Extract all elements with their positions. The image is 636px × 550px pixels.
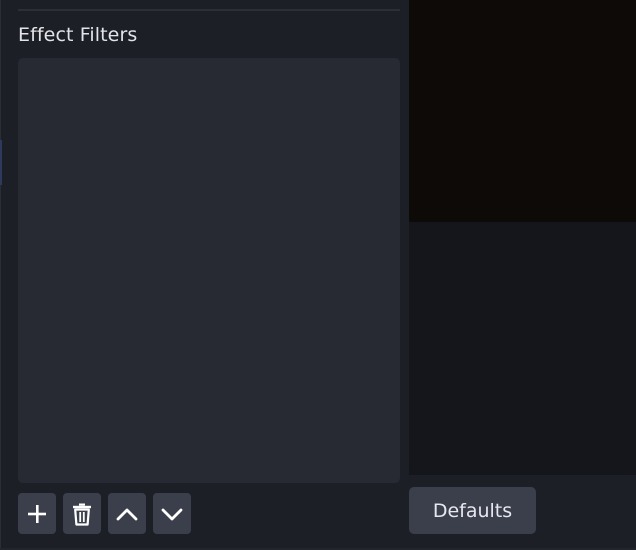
defaults-button[interactable]: Defaults xyxy=(409,487,536,534)
chevron-up-icon xyxy=(116,508,138,520)
move-filter-up-button[interactable] xyxy=(108,493,146,534)
trash-icon xyxy=(73,503,91,526)
filter-preview-canvas xyxy=(409,0,636,222)
section-divider xyxy=(18,9,400,11)
effect-filters-list[interactable] xyxy=(18,58,400,483)
filter-preview-panel xyxy=(409,0,636,475)
chevron-down-icon xyxy=(161,508,183,520)
move-filter-down-button[interactable] xyxy=(153,493,191,534)
effect-filters-title: Effect Filters xyxy=(18,24,138,46)
filters-window: Effect Filters Defaults xyxy=(0,0,636,550)
remove-filter-button[interactable] xyxy=(63,493,101,534)
window-edge-accent xyxy=(0,140,2,185)
window-left-border xyxy=(0,0,1,550)
plus-icon xyxy=(28,504,46,523)
add-filter-button[interactable] xyxy=(18,493,56,534)
